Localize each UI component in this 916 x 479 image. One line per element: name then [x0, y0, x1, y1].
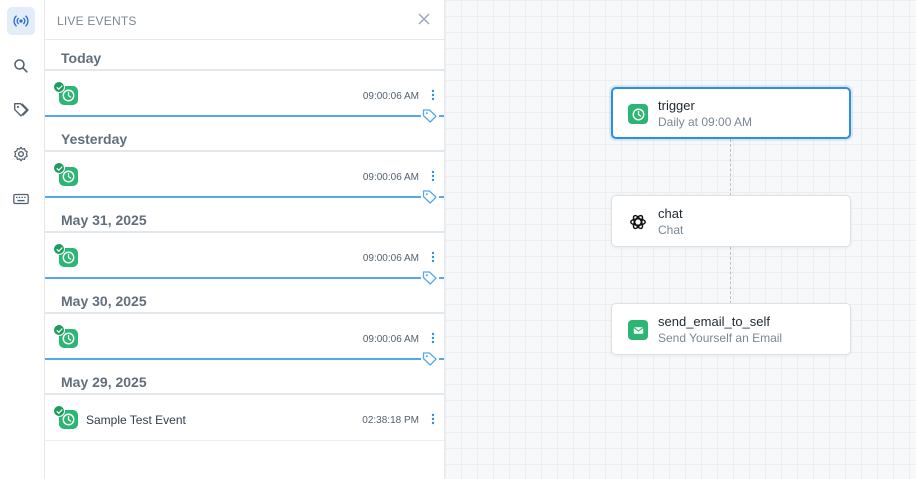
- node-title: send_email_to_self: [658, 314, 771, 329]
- success-check-icon: [53, 81, 65, 93]
- settings-button[interactable]: [7, 140, 35, 168]
- gear-icon: [14, 146, 28, 162]
- more-options-icon[interactable]: [429, 250, 437, 264]
- success-check-icon: [53, 162, 65, 174]
- openai-icon: [630, 214, 646, 230]
- live-events-button[interactable]: [7, 7, 35, 35]
- live-events-panel: LIVE EVENTS Today 09:00:06 AM Yesterday 09:…: [45, 0, 445, 479]
- date-label: May 29, 2025: [61, 374, 147, 390]
- event-row[interactable]: 09:00:06 AM: [45, 73, 444, 124]
- tags-button[interactable]: [7, 96, 35, 124]
- event-row[interactable]: 09:00:06 AM: [45, 154, 444, 205]
- node-icon-container: [628, 320, 648, 340]
- keyboard-icon: [13, 193, 29, 205]
- date-group-header: May 29, 2025: [45, 365, 444, 395]
- node-title: chat: [658, 206, 683, 221]
- event-row[interactable]: Sample Test Event 02:38:18 PM: [45, 397, 444, 441]
- success-check-icon: [53, 405, 65, 417]
- workflow-canvas[interactable]: trigger Daily at 09:00 AM chat Chat send…: [445, 0, 916, 479]
- more-options-icon[interactable]: [429, 331, 437, 345]
- search-icon: [14, 59, 28, 73]
- mail-icon: [633, 326, 643, 334]
- node-subtitle: Chat: [658, 223, 684, 237]
- date-label: May 30, 2025: [61, 293, 147, 309]
- close-icon[interactable]: [417, 12, 431, 26]
- date-group-header: Yesterday: [45, 122, 444, 152]
- event-timestamp: 02:38:18 PM: [362, 415, 419, 426]
- tag-icon: [14, 103, 29, 117]
- event-timestamp: 09:00:06 AM: [362, 172, 419, 183]
- more-options-icon[interactable]: [429, 412, 437, 426]
- date-group-header: Today: [45, 41, 444, 71]
- panel-title: LIVE EVENTS: [57, 14, 137, 28]
- event-row[interactable]: 09:00:06 AM: [45, 316, 444, 367]
- workflow-node-chat[interactable]: chat Chat: [611, 195, 851, 247]
- workflow-node-send-email[interactable]: send_email_to_self Send Yourself an Emai…: [611, 303, 851, 355]
- node-icon-container: [628, 104, 648, 124]
- event-row[interactable]: 09:00:06 AM: [45, 235, 444, 286]
- date-label: May 31, 2025: [61, 212, 147, 228]
- node-icon-container: [628, 212, 648, 232]
- date-label: Yesterday: [61, 131, 128, 147]
- search-button[interactable]: [7, 52, 35, 80]
- date-label: Today: [61, 50, 102, 66]
- icon-rail: [0, 0, 45, 479]
- more-options-icon[interactable]: [429, 88, 437, 102]
- success-check-icon: [53, 243, 65, 255]
- panel-header: LIVE EVENTS: [45, 0, 444, 40]
- node-connector: [730, 139, 731, 196]
- node-subtitle: Send Yourself an Email: [658, 331, 783, 345]
- node-subtitle: Daily at 09:00 AM: [658, 115, 753, 129]
- date-group-header: May 31, 2025: [45, 203, 444, 233]
- event-timestamp: 09:00:06 AM: [362, 91, 419, 102]
- node-title: trigger: [658, 98, 695, 113]
- more-options-icon[interactable]: [429, 169, 437, 183]
- success-check-icon: [53, 324, 65, 336]
- live-events-icon: [13, 15, 29, 27]
- event-timestamp: 09:00:06 AM: [362, 334, 419, 345]
- workflow-node-trigger[interactable]: trigger Daily at 09:00 AM: [611, 87, 851, 139]
- event-name: Sample Test Event: [86, 413, 186, 427]
- keyboard-shortcuts-button[interactable]: [7, 185, 35, 213]
- node-connector: [730, 247, 731, 304]
- clock-icon: [632, 108, 644, 120]
- event-timestamp: 09:00:06 AM: [362, 253, 419, 264]
- date-group-header: May 30, 2025: [45, 284, 444, 314]
